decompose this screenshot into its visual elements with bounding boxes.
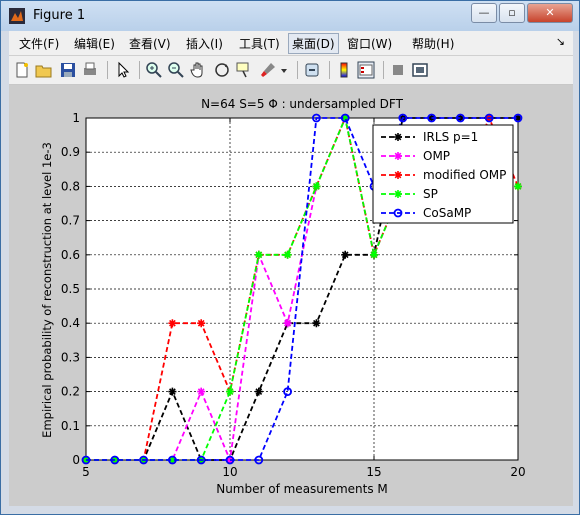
- save-icon[interactable]: [59, 61, 77, 79]
- data-point-sp: [226, 387, 234, 396]
- menu-tools[interactable]: 工具(T): [239, 35, 280, 52]
- figure-window: Figure 1 — ▫ ✕ 文件(F) 编辑(E) 查看(V) 插入(I) 工…: [0, 0, 580, 515]
- open-icon[interactable]: [35, 61, 53, 79]
- data-cursor-icon[interactable]: [235, 61, 253, 79]
- data-point-irls-p-1: [312, 319, 321, 328]
- data-point-omp: [283, 319, 292, 328]
- toolbar-separator: [139, 61, 140, 79]
- y-axis-label: Empirical probability of reconstruction …: [40, 142, 54, 438]
- y-tick-label: 0.5: [61, 282, 80, 296]
- menu-desktop[interactable]: 桌面(D): [288, 33, 339, 54]
- x-tick-label: 10: [222, 465, 237, 479]
- print-icon[interactable]: [81, 61, 99, 79]
- y-tick-label: 0.8: [61, 179, 80, 193]
- y-tick-label: 0.3: [61, 350, 80, 364]
- x-tick-label: 15: [366, 465, 381, 479]
- data-point-sp: [370, 250, 378, 259]
- dock-arrow-icon[interactable]: ↘: [556, 35, 565, 48]
- link-plot-icon[interactable]: [303, 61, 321, 79]
- y-tick-label: 0.1: [61, 419, 80, 433]
- toolbar-separator: [329, 61, 330, 79]
- x-tick-label: 20: [510, 465, 525, 479]
- data-point-sp: [254, 250, 263, 259]
- maximize-button[interactable]: ▫: [499, 3, 525, 23]
- legend-marker: [394, 152, 402, 160]
- menu-view[interactable]: 查看(V): [129, 35, 171, 52]
- menu-help[interactable]: 帮助(H): [412, 35, 454, 52]
- y-tick-label: 0.7: [61, 214, 80, 228]
- plot-title: N=64 S=5 Φ : undersampled DFT: [201, 97, 403, 111]
- chevron-down-icon[interactable]: [279, 61, 289, 79]
- toolbar: [9, 56, 573, 85]
- menu-insert[interactable]: 插入(I): [186, 35, 223, 52]
- legend-label: OMP: [423, 149, 450, 163]
- legend-marker: [394, 190, 402, 198]
- legend-icon[interactable]: [357, 61, 375, 79]
- plot-svg[interactable]: N=64 S=5 Φ : undersampled DFT 5 10 15 20 0 0.…: [9, 85, 573, 506]
- matlab-logo-icon: [9, 8, 25, 24]
- legend-label: IRLS p=1: [423, 130, 478, 144]
- y-tick-label: 1: [72, 111, 80, 125]
- data-point-irls-p-1: [341, 250, 350, 259]
- toolbar-separator: [297, 61, 298, 79]
- minimize-button[interactable]: —: [471, 3, 497, 23]
- y-tick-label: 0.9: [61, 145, 80, 159]
- close-button[interactable]: ✕: [527, 3, 573, 23]
- title-bar[interactable]: Figure 1 — ▫ ✕: [1, 1, 579, 31]
- menu-window[interactable]: 窗口(W): [347, 35, 392, 52]
- legend-label: SP: [423, 187, 438, 201]
- menu-edit[interactable]: 编辑(E): [74, 35, 115, 52]
- y-tick-label: 0.2: [61, 385, 80, 399]
- data-point-omp: [197, 387, 206, 396]
- legend[interactable]: IRLS p=1 OMP modified OMP SP CoSaMP: [372, 124, 514, 224]
- x-axis-label: Number of measurements M: [216, 482, 388, 496]
- legend-marker: [394, 171, 402, 179]
- y-tick-label: 0: [72, 453, 80, 467]
- brush-icon[interactable]: [259, 61, 277, 79]
- zoom-out-icon[interactable]: [167, 61, 185, 79]
- new-figure-icon[interactable]: [13, 61, 31, 79]
- menu-bar: 文件(F) 编辑(E) 查看(V) 插入(I) 工具(T) 桌面(D) 窗口(W…: [9, 31, 573, 56]
- data-point-sp: [283, 250, 292, 259]
- x-tick-label: 5: [82, 465, 90, 479]
- toolbar-separator: [107, 61, 108, 79]
- colorbar-icon[interactable]: [335, 61, 353, 79]
- window-title: Figure 1: [33, 8, 86, 23]
- pan-hand-icon[interactable]: [189, 61, 207, 79]
- legend-label: modified OMP: [423, 168, 506, 182]
- rotate-3d-icon[interactable]: [213, 61, 231, 79]
- show-plot-tools-icon[interactable]: [411, 61, 429, 79]
- edit-plot-arrow-icon[interactable]: [115, 61, 133, 79]
- toolbar-separator: [383, 61, 384, 79]
- y-tick-label: 0.6: [61, 248, 80, 262]
- zoom-in-icon[interactable]: [145, 61, 163, 79]
- y-tick-label: 0.4: [61, 316, 80, 330]
- hide-plot-tools-icon[interactable]: [389, 61, 407, 79]
- menu-file[interactable]: 文件(F): [19, 35, 59, 52]
- data-point-modified-omp: [197, 319, 206, 328]
- figure-canvas[interactable]: N=64 S=5 Φ : undersampled DFT 5 10 15 20 0 0.…: [9, 85, 573, 506]
- legend-label: CoSaMP: [423, 206, 471, 220]
- data-point-irls-p-1: [254, 387, 263, 396]
